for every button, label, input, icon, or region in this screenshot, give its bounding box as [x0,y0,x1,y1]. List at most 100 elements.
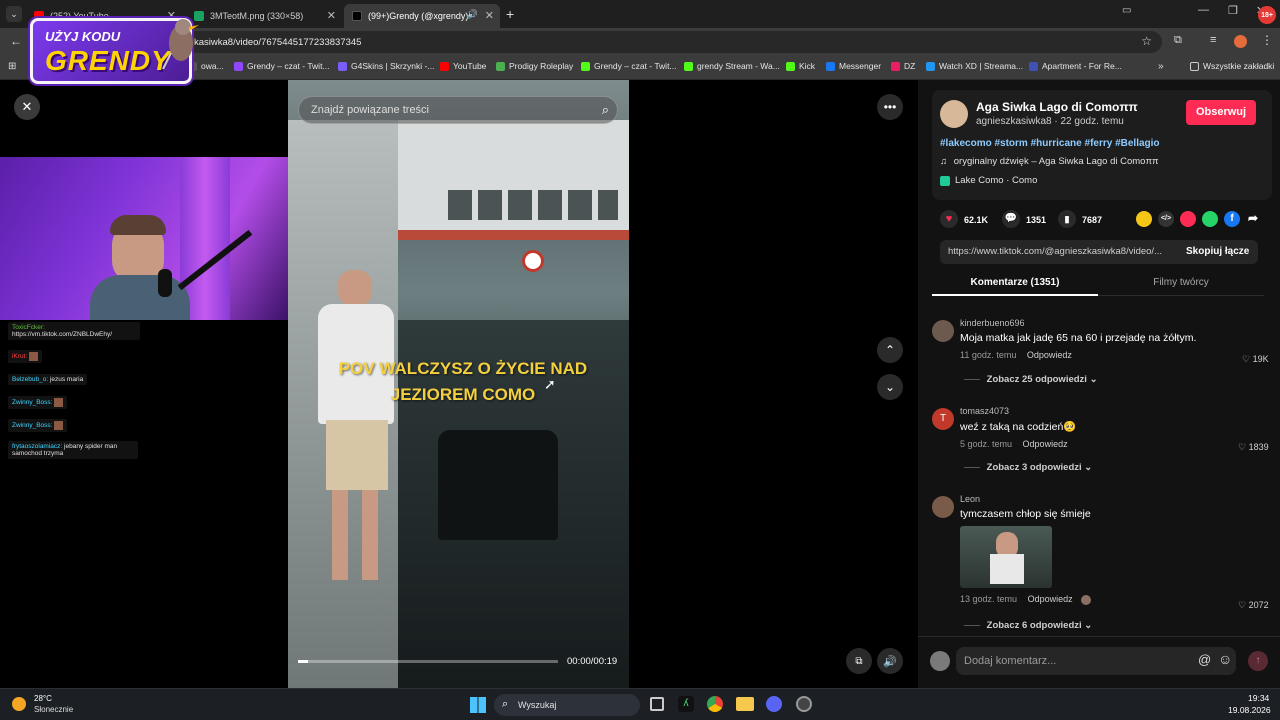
comment-author[interactable]: tomasz4073 [960,406,1272,416]
reply-button[interactable]: Odpowiedz [1023,439,1068,449]
next-video-button[interactable]: ⌄ [877,374,903,400]
coin-icon[interactable] [1136,211,1152,227]
audio-playing-icon[interactable]: 🔊 [467,9,478,20]
settings-app-icon[interactable] [796,696,812,712]
apps-grid-icon[interactable]: ⊞ [8,61,16,72]
bookmark-item[interactable]: Grendy – czat - Twit... [581,61,677,71]
media-control-icon[interactable]: ▭ [1122,5,1131,16]
close-tab-icon[interactable]: ✕ [327,9,336,22]
close-tab-icon[interactable]: ✕ [485,9,494,22]
bookmark-item[interactable]: DZ [891,61,915,71]
close-video-button[interactable]: ✕ [14,94,40,120]
task-view-icon[interactable] [650,697,664,711]
like-heart-icon[interactable]: ♥ [940,210,958,228]
mention-icon[interactable]: @ [1198,652,1211,667]
media-icon[interactable]: ≡ [1210,34,1216,46]
author-avatar[interactable] [940,100,968,128]
facebook-icon[interactable]: f [1224,211,1240,227]
bookmark-label: Grendy – czat - Twit... [247,61,330,71]
bookmark-item[interactable]: Watch XD | Streama... [926,61,1023,71]
view-replies[interactable]: Zobacz 25 odpowiedzi ⌄ [964,374,1098,385]
comment-icon[interactable]: 💬 [1002,210,1020,228]
share-arrow-icon[interactable]: ➦ [1248,211,1258,225]
comment-likes[interactable]: ♡ 1839 [1238,442,1269,453]
tab-tiktok[interactable]: (99+)Grendy (@xgrendy) | T 🔊 ✕ [344,4,500,28]
taskbar-search[interactable]: ⌕ Wyszukaj [494,694,640,716]
maximize-icon[interactable]: ❐ [1228,4,1238,17]
hashtags[interactable]: #lakecomo #storm #hurricane #ferry #Bell… [940,138,1160,149]
video-search-placeholder: Znajdź powiązane treści [311,104,430,116]
more-bookmarks-icon[interactable]: » [1158,61,1164,72]
follow-button[interactable]: Obserwuj [1186,100,1256,125]
video-search-bar[interactable]: Znajdź powiązane treści ⌕ [298,96,618,124]
bookmark-item[interactable]: Messenger [826,61,881,71]
clock-date[interactable]: 19.08.2026 [1228,705,1271,715]
previous-video-button[interactable]: ⌃ [877,337,903,363]
view-replies[interactable]: Zobacz 6 odpowiedzi ⌄ [964,620,1092,631]
more-options-button[interactable]: ••• [877,94,903,120]
weather-widget[interactable]: 28°C Słonecznie [12,694,92,716]
location-row[interactable]: Lake Como · Como [940,175,1037,186]
comment-author[interactable]: kinderbueno696 [960,318,1272,328]
comment-likes[interactable]: ♡ 2072 [1238,600,1269,611]
bookmark-star-icon[interactable]: ☆ [1141,34,1152,48]
chat-username: Zwinny_Boss: [12,399,53,407]
author-name[interactable]: Aga Siwka Lago di Comoππ [976,100,1138,114]
comment-avatar[interactable]: T [932,408,954,430]
profile-avatar-icon[interactable] [1234,35,1247,48]
discord-icon[interactable] [766,696,782,712]
comment-input[interactable]: Dodaj komentarz... @ ☺ [956,647,1236,675]
start-windows-icon[interactable] [470,697,486,713]
bookmark-favicon-icon [1029,61,1038,71]
extensions-icon[interactable]: ⧉ [1174,34,1182,47]
video-player[interactable]: Znajdź powiązane treści ⌕ POV WALCZYSZ O… [288,80,629,688]
minimize-icon[interactable]: — [1198,4,1209,16]
bookmark-favicon-icon [684,61,693,71]
bookmark-item[interactable]: Apartment - For Re... [1029,61,1122,71]
comment-avatar[interactable] [932,320,954,342]
whatsapp-icon[interactable] [1202,211,1218,227]
link-box: https://www.tiktok.com/@agnieszkasiwka8/… [940,240,1258,264]
post-comment-button[interactable]: ↑ [1248,651,1268,671]
tab-creator-videos[interactable]: Filmy twórcy [1098,270,1264,296]
bookmark-item[interactable]: Prodigy Roleplay [496,61,573,71]
comment-avatar[interactable] [932,496,954,518]
sound-row[interactable]: ♫ oryginalny dźwięk – Aga Siwka Lago di … [940,156,1159,167]
app-icon[interactable]: ʎ [678,696,694,712]
tab-search-dropdown-icon[interactable]: ⌄ [6,6,22,22]
reply-button[interactable]: Odpowiedz [1028,594,1073,604]
view-replies[interactable]: Zobacz 3 odpowiedzi ⌄ [964,462,1092,473]
progress-track[interactable] [298,660,558,663]
caption-line-1: POV WALCZYSZ O ŻYCIE NAD [338,359,588,378]
copy-link-button[interactable]: Skopiuj łącze [1186,246,1249,257]
bookmark-item[interactable]: YouTube [440,61,486,71]
search-icon[interactable]: ⌕ [602,102,609,118]
bookmark-icon[interactable]: ▮ [1058,210,1076,228]
address-bar[interactable]: kasiwka8/video/7675445177233837345 ☆ [182,31,1162,53]
comment-likes[interactable]: ♡ 19K [1242,354,1269,365]
bookmark-item[interactable]: grendy Stream - Wa... [684,61,780,71]
post-details-panel: Aga Siwka Lago di Comoππ agnieszkasiwka8… [918,80,1280,688]
comment-image[interactable] [960,526,1052,588]
bookmark-item[interactable]: Grendy – czat - Twit... [234,61,330,71]
embed-icon[interactable]: </> [1158,211,1174,227]
chrome-icon[interactable] [707,696,723,712]
comment-like-count: 19K [1252,354,1269,364]
bookmark-item[interactable]: G4Skins | Skrzynki -... [338,61,434,71]
new-tab-button[interactable]: + [506,6,514,22]
clock-time[interactable]: 19:34 [1248,693,1269,703]
tab-image[interactable]: 3MTeotM.png (330×58) ✕ [186,4,342,28]
window-controls: ▭ — ❐ ✕ [1120,4,1280,24]
reply-button[interactable]: Odpowiedz [1027,350,1072,360]
send-icon[interactable] [1180,211,1196,227]
menu-kebab-icon[interactable]: ⋮ [1261,33,1273,47]
floating-player-button[interactable]: ⧉ [846,648,872,674]
emoji-icon[interactable]: ☺ [1218,651,1232,667]
back-icon[interactable]: ← [10,34,22,48]
all-bookmarks-folder[interactable]: Wszystkie zakładki [1190,61,1274,71]
volume-button[interactable]: 🔊 [877,648,903,674]
bookmark-item[interactable]: Kick [786,61,815,71]
comment-author[interactable]: Leon [960,494,1272,504]
file-explorer-icon[interactable] [736,697,754,711]
tab-comments[interactable]: Komentarze (1351) [932,270,1098,296]
